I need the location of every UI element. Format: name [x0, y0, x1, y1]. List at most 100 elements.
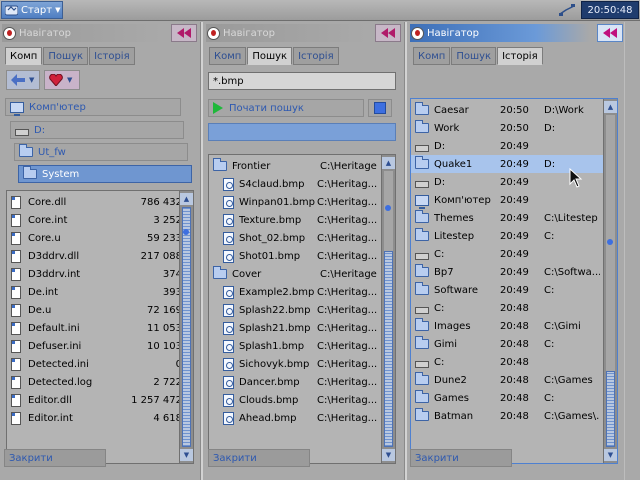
list-item[interactable]: Work 20:50 D: [411, 119, 603, 137]
panel-title: Навігатор [3, 24, 71, 42]
list-item[interactable]: Gimi 20:48 C: [411, 335, 603, 353]
list-item[interactable]: Defuser.ini 10 103 [7, 337, 193, 355]
list-item[interactable]: Core.u 59 233 [7, 229, 193, 247]
list-item[interactable]: Shot_02.bmp C:\Heritag... [209, 229, 395, 247]
scroll-thumb[interactable] [182, 207, 191, 447]
results-scrollbar[interactable]: ▲ ▼ [381, 155, 395, 463]
list-item[interactable]: Shot01.bmp C:\Heritag... [209, 247, 395, 265]
list-item[interactable]: Batman 20:48 C:\Games\... [411, 407, 603, 425]
history-name: D: [434, 140, 446, 152]
list-item[interactable]: Themes 20:49 C:\Litestep [411, 209, 603, 227]
tab-search[interactable]: Пошук [43, 47, 89, 65]
result-path: C:\Heritag... [317, 412, 378, 424]
start-button[interactable]: Старт ▼ [1, 1, 63, 19]
close-button[interactable]: Закрити [4, 449, 106, 467]
list-item[interactable]: Bp7 20:49 C:\Softwa... [411, 263, 603, 281]
collapse-panel-button[interactable] [375, 24, 401, 42]
list-item[interactable]: S4claud.bmp C:\Heritag... [209, 175, 395, 193]
history-scrollbar[interactable]: ▲ ▼ [603, 99, 617, 463]
list-item[interactable]: Dune2 20:48 C:\Games [411, 371, 603, 389]
path-item-drive[interactable]: D: [10, 121, 184, 139]
image-file-icon [223, 393, 234, 407]
tab-computer[interactable]: Комп [5, 47, 43, 65]
file-list-scrollbar[interactable]: ▲ ▼ [179, 191, 193, 463]
tab-history[interactable]: Історія [293, 47, 339, 65]
list-item[interactable]: Splash1.bmp C:\Heritag... [209, 337, 395, 355]
network-icon[interactable] [558, 2, 576, 18]
list-item[interactable]: D3ddrv.int 374 [7, 265, 193, 283]
file-size: 3 252 [153, 214, 182, 226]
list-item[interactable]: Detected.log 2 722 [7, 373, 193, 391]
list-item[interactable]: C: 20:48 [411, 299, 603, 317]
list-item[interactable]: Sichovyk.bmp C:\Heritag... [209, 355, 395, 373]
list-item[interactable]: D: 20:49 [411, 137, 603, 155]
search-results-list[interactable]: Frontier C:\Heritage S4claud.bmp C:\Heritag… [208, 154, 396, 464]
list-item[interactable]: Комп'ютер 20:49 [411, 191, 603, 209]
list-item[interactable]: Texture.bmp C:\Heritag... [209, 211, 395, 229]
list-item[interactable]: Games 20:48 C: [411, 389, 603, 407]
list-item[interactable]: Frontier C:\Heritage [209, 157, 395, 175]
panel-divider[interactable] [200, 22, 203, 480]
list-item[interactable]: Caesar 20:50 D:\Work [411, 101, 603, 119]
start-search-button[interactable]: Почати пошук [208, 99, 364, 117]
list-item[interactable]: C: 20:49 [411, 245, 603, 263]
list-item[interactable]: Editor.dll 1 257 472 [7, 391, 193, 409]
list-item[interactable]: Splash21.bmp C:\Heritag... [209, 319, 395, 337]
list-item[interactable]: C: 20:48 [411, 353, 603, 371]
result-path: C:\Heritag... [317, 394, 378, 406]
list-item[interactable]: Cover C:\Heritage [209, 265, 395, 283]
path-item-computer[interactable]: Комп'ютер [5, 98, 181, 116]
tab-history[interactable]: Історія [89, 47, 135, 65]
back-button[interactable]: ▼ [6, 70, 40, 90]
scroll-track-upper[interactable] [384, 171, 393, 251]
folder-icon [415, 210, 429, 223]
list-item[interactable]: De.int 393 [7, 283, 193, 301]
stop-search-button[interactable] [368, 99, 392, 117]
tab-history[interactable]: Історія [497, 47, 543, 65]
search-mask-input[interactable]: *.bmp [208, 72, 396, 90]
path-item-folder[interactable]: Ut_fw [14, 143, 188, 161]
scroll-down-arrow-icon[interactable]: ▼ [180, 449, 193, 461]
panel-divider[interactable] [404, 22, 407, 480]
history-name: Caesar [434, 104, 469, 116]
list-item[interactable]: Default.ini 11 053 [7, 319, 193, 337]
list-item[interactable]: Editor.int 4 618 [7, 409, 193, 427]
tab-computer[interactable]: Комп [209, 47, 247, 65]
list-item[interactable]: Litestep 20:49 C: [411, 227, 603, 245]
panel-header: Навігатор [204, 22, 404, 44]
file-list[interactable]: Core.dll 786 432 Core.int 3 252 Core.u 59 233… [6, 190, 194, 464]
list-item[interactable]: Detected.ini 0 [7, 355, 193, 373]
scroll-down-arrow-icon[interactable]: ▼ [382, 449, 395, 461]
list-item[interactable]: Clouds.bmp C:\Heritag... [209, 391, 395, 409]
close-button[interactable]: Закрити [208, 449, 310, 467]
collapse-panel-button[interactable] [171, 24, 197, 42]
list-item[interactable]: Software 20:49 C: [411, 281, 603, 299]
close-button[interactable]: Закрити [410, 449, 512, 467]
list-item[interactable]: Dancer.bmp C:\Heritag... [209, 373, 395, 391]
tab-computer[interactable]: Комп [413, 47, 451, 65]
list-item[interactable]: De.u 72 169 [7, 301, 193, 319]
favorites-button[interactable]: ▼ [44, 70, 80, 90]
scroll-down-arrow-icon[interactable]: ▼ [604, 449, 617, 461]
tab-search[interactable]: Пошук [451, 47, 497, 65]
list-item[interactable]: D3ddrv.dll 217 088 [7, 247, 193, 265]
scroll-up-arrow-icon[interactable]: ▲ [382, 157, 395, 169]
collapse-panel-button[interactable] [597, 24, 623, 42]
scroll-thumb[interactable] [384, 251, 393, 447]
drive-icon [15, 128, 29, 136]
scroll-thumb[interactable] [606, 371, 615, 447]
scroll-up-arrow-icon[interactable]: ▲ [604, 101, 617, 113]
list-item[interactable]: Splash22.bmp C:\Heritag... [209, 301, 395, 319]
scroll-up-arrow-icon[interactable]: ▲ [180, 193, 193, 205]
list-item[interactable]: Images 20:48 C:\Gimi [411, 317, 603, 335]
path-item-current[interactable]: System [18, 165, 192, 183]
list-item[interactable]: Ahead.bmp C:\Heritag... [209, 409, 395, 427]
list-item[interactable]: Winpan01.bmp C:\Heritag... [209, 193, 395, 211]
list-item[interactable]: Example2.bmp C:\Heritag... [209, 283, 395, 301]
history-list[interactable]: Caesar 20:50 D:\Work Work 20:50 D: D: 20:49 Quak… [410, 98, 618, 464]
tab-search[interactable]: Пошук [247, 47, 293, 65]
list-item[interactable]: Core.int 3 252 [7, 211, 193, 229]
history-time: 20:49 [500, 284, 529, 296]
list-item[interactable]: Core.dll 786 432 [7, 193, 193, 211]
file-size: 72 169 [147, 304, 182, 316]
